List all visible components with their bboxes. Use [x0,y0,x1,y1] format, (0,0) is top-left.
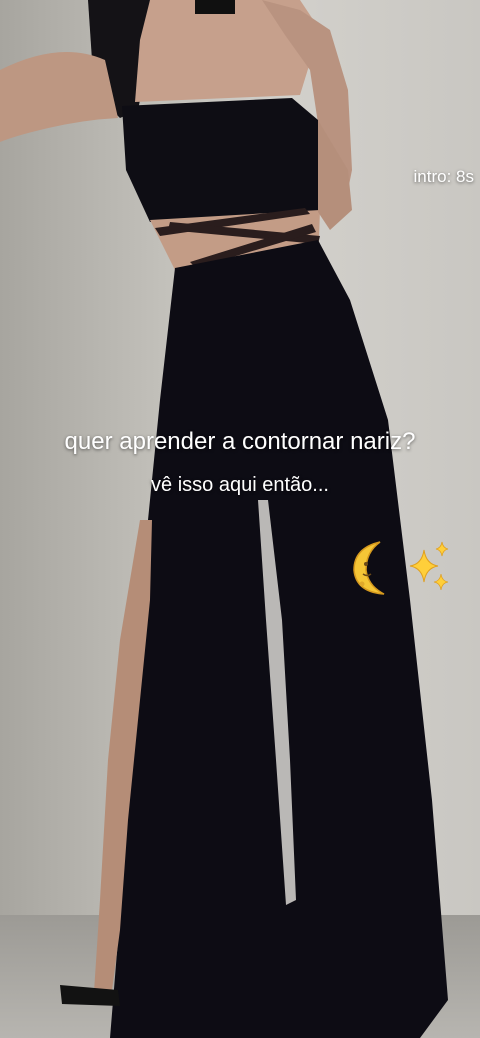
sparkles-icon [409,541,449,591]
video-frame: intro: 8s quer aprender a contornar nari… [0,0,480,1038]
photo-person-black-outfit [0,0,448,1038]
crescent-moon-icon [353,541,385,595]
phone-icon [195,0,235,14]
intro-duration-label: intro: 8s [413,167,474,186]
headline-text: quer aprender a contornar nariz? [64,428,416,455]
subline-text: vê isso aqui então... [151,474,329,496]
